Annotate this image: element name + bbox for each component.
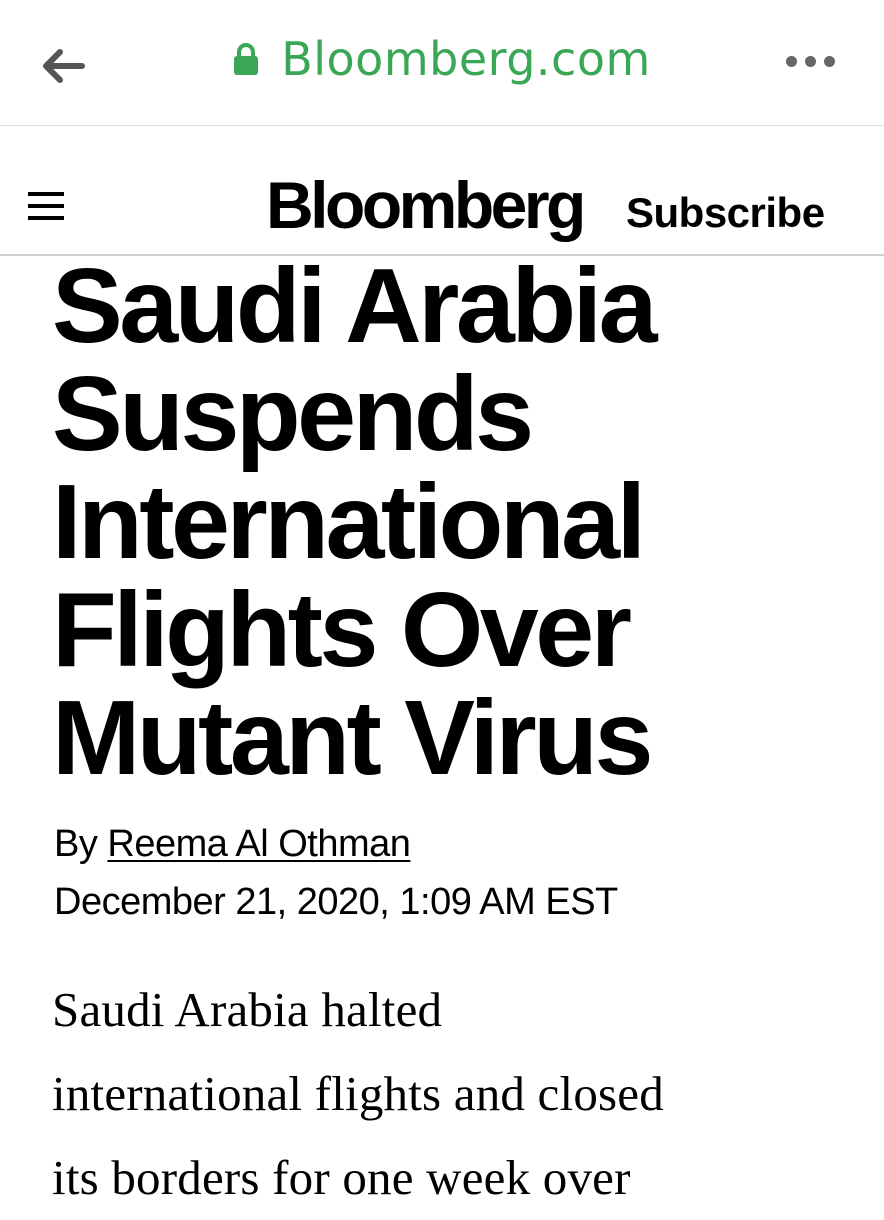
- menu-button[interactable]: [28, 192, 66, 224]
- browser-address-bar: Bloomberg.com: [0, 0, 884, 126]
- more-dot: [824, 56, 835, 67]
- url-text: Bloomberg.com: [281, 32, 651, 86]
- lock-icon: [234, 43, 259, 75]
- hamburger-menu-icon: [28, 192, 64, 196]
- author-link[interactable]: Reema Al Othman: [107, 823, 410, 865]
- more-dot: [805, 56, 816, 67]
- body-line: international flights and closed: [52, 1066, 664, 1121]
- body-line: its borders for one week over: [52, 1150, 631, 1205]
- url-display[interactable]: Bloomberg.com: [0, 32, 884, 96]
- site-logo[interactable]: Bloomberg: [266, 172, 586, 238]
- headline-line: Saudi Arabia: [52, 247, 658, 365]
- headline-line: Suspends: [52, 355, 534, 473]
- more-horizontal-icon: [786, 56, 797, 67]
- publish-date: December 21, 2020, 1:09 AM EST: [54, 881, 618, 923]
- headline-line: Flights Over: [52, 571, 632, 689]
- byline-prefix: By: [54, 823, 98, 865]
- headline-line: Mutant Virus: [52, 679, 654, 797]
- article-body: Saudi Arabia halted international flight…: [52, 968, 842, 1220]
- menu-bar: [28, 204, 64, 208]
- site-header: Bloomberg Subscribe: [0, 126, 884, 256]
- subscribe-button[interactable]: Subscribe: [626, 192, 825, 234]
- byline: By Reema Al Othman: [54, 820, 411, 868]
- article-headline: Saudi Arabia Suspends International Flig…: [52, 252, 852, 792]
- menu-bar: [28, 216, 64, 220]
- body-line: Saudi Arabia halted: [52, 982, 443, 1037]
- more-options-button[interactable]: [786, 54, 846, 74]
- headline-line: International: [52, 463, 646, 581]
